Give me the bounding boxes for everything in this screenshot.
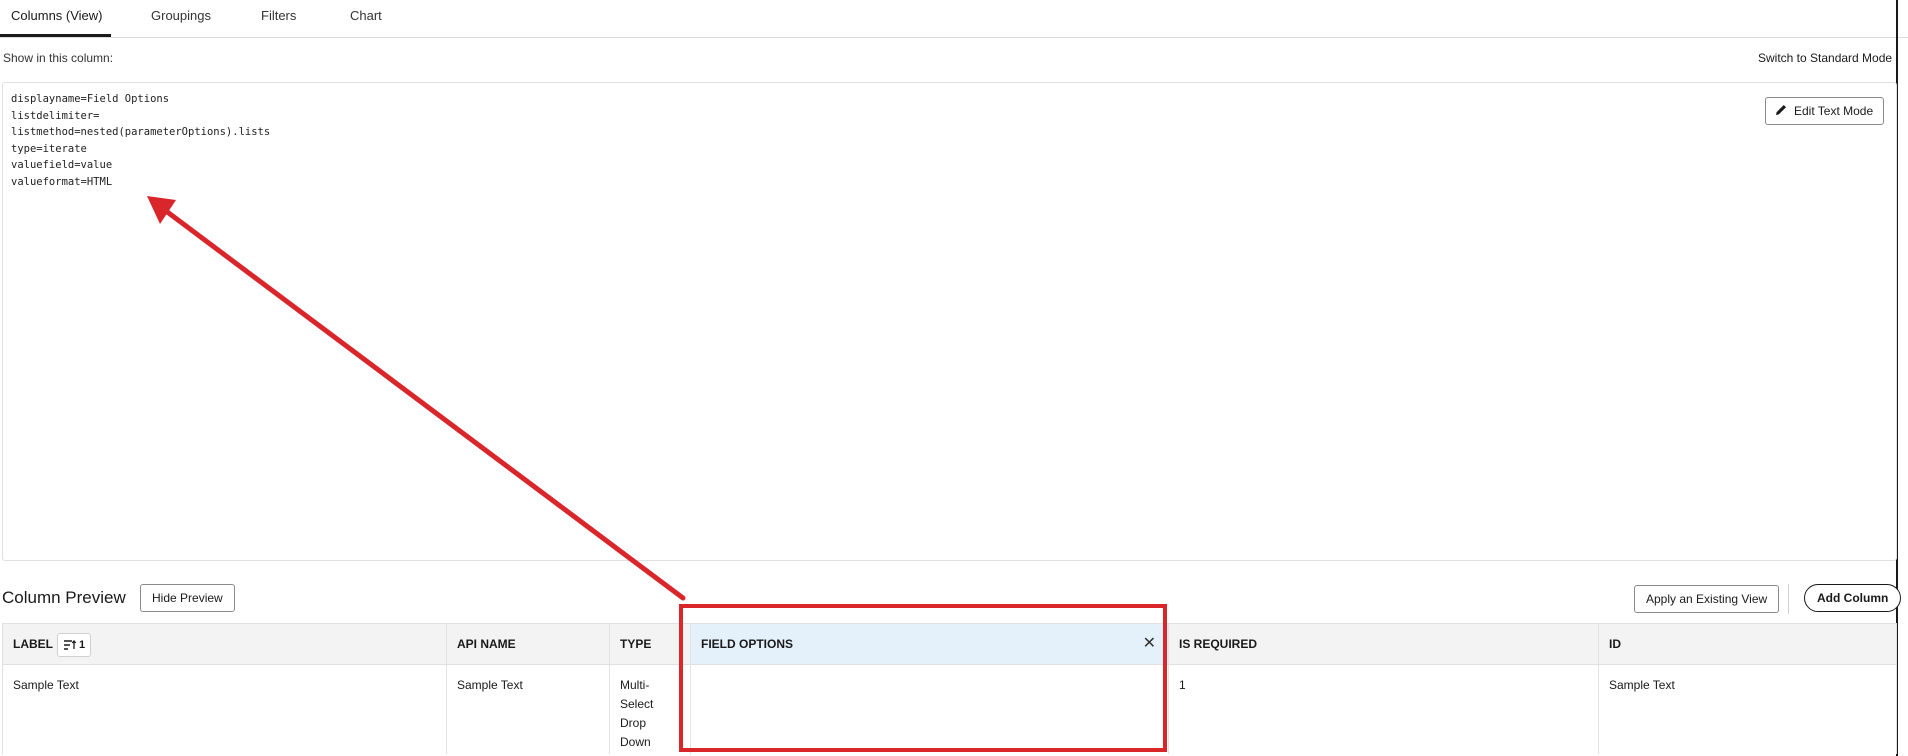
code-text: displayname=Field Options listdelimiter=… <box>11 91 270 190</box>
pencil-icon <box>1774 103 1788 120</box>
column-header-field-options[interactable]: FIELD OPTIONS ✕ <box>691 624 1169 665</box>
table-cell-id: Sample Text <box>1609 678 1675 692</box>
table-cell-is-required: 1 <box>1169 665 1599 754</box>
edit-text-mode-button[interactable]: Edit Text Mode <box>1765 97 1885 125</box>
code-line: type=iterate <box>11 142 87 155</box>
code-line: valuefield=value <box>11 159 113 171</box>
hide-preview-button[interactable]: Hide Preview <box>140 584 235 612</box>
code-line: listdelimiter= <box>11 109 100 122</box>
code-line: listmethod=nested(parameterOptions).list… <box>11 126 271 138</box>
sort-icon <box>64 640 77 650</box>
sort-control[interactable]: 1 <box>57 633 92 657</box>
tab-groupings[interactable]: Groupings <box>151 8 211 23</box>
column-definition-editor[interactable]: displayname=Field Options listdelimiter=… <box>2 82 1897 561</box>
column-preview-title: Column Preview <box>2 588 126 607</box>
add-column-button[interactable]: Add Column <box>1804 584 1902 612</box>
switch-standard-mode-link[interactable]: Switch to Standard Mode <box>1758 51 1892 65</box>
tab-columns-view[interactable]: Columns (View) <box>11 8 103 23</box>
tab-chart[interactable]: Chart <box>350 8 382 23</box>
apply-existing-view-button[interactable]: Apply an Existing View <box>1634 585 1780 613</box>
code-line: displayname=Field Options <box>11 93 170 105</box>
table-cell-type: Multi- Select Drop Down <box>610 665 691 754</box>
edit-text-mode-label: Edit Text Mode <box>1794 104 1874 118</box>
tab-bar: Columns (View) Groupings Filters Chart <box>0 0 1908 38</box>
table-cell-label: Sample Text <box>3 665 447 754</box>
sort-order-badge: 1 <box>79 639 86 651</box>
column-header-id[interactable]: ID <box>1599 624 1896 665</box>
show-in-column-label: Show in this column: <box>3 51 114 65</box>
table-cell-api-name: Sample Text <box>447 665 610 754</box>
code-line: valueformat=HTML <box>11 175 113 188</box>
column-preview-table: LABEL 1 API NAME TYPE FIELD OPTIONS ✕ IS… <box>2 623 1897 754</box>
active-tab-indicator <box>0 34 111 37</box>
tab-filters[interactable]: Filters <box>261 8 296 23</box>
column-header-type[interactable]: TYPE <box>610 624 691 665</box>
close-icon[interactable]: ✕ <box>1143 635 1156 653</box>
table-cell-field-options <box>691 665 1169 754</box>
button-divider <box>1788 584 1789 614</box>
column-header-is-required[interactable]: IS REQUIRED <box>1169 624 1599 665</box>
column-header-label[interactable]: LABEL 1 <box>3 624 447 665</box>
column-header-api-name[interactable]: API NAME <box>447 624 610 665</box>
